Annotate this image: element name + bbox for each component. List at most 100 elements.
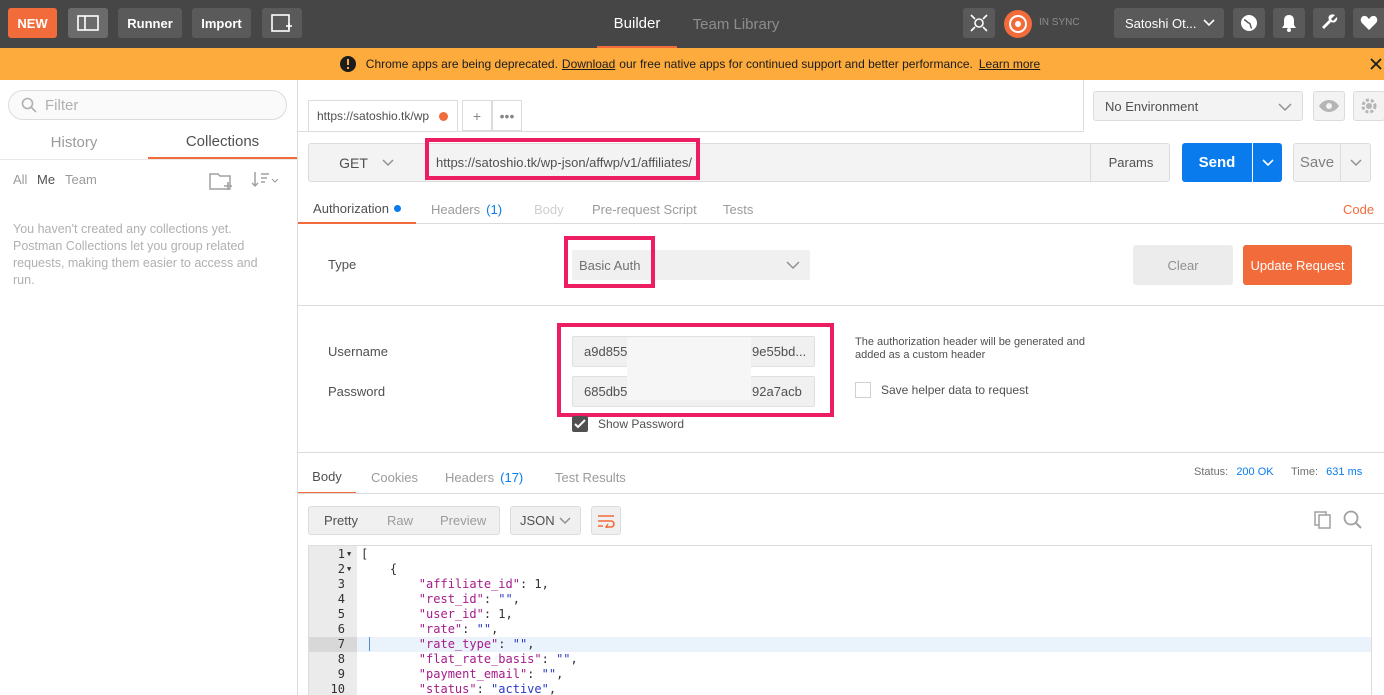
new-button[interactable]: NEW	[8, 8, 57, 38]
code-text: "affiliate_id": 1,	[418, 577, 549, 591]
globe-button[interactable]	[1233, 8, 1265, 38]
save-helper-label: Save helper data to request	[881, 383, 1029, 397]
code-text: "user_id": 1,	[418, 607, 513, 621]
tab-test-results[interactable]: Test Results	[555, 461, 626, 494]
user-menu-button[interactable]: Satoshi Ot...	[1114, 8, 1224, 38]
interceptor-button[interactable]	[963, 8, 995, 38]
sidebar-icon	[77, 15, 99, 31]
tab-tests[interactable]: Tests	[723, 194, 753, 224]
tab-body[interactable]: Body	[534, 194, 564, 224]
line-number: 9	[337, 667, 345, 681]
text-cursor	[369, 637, 370, 651]
code-text: [	[361, 547, 369, 561]
globe-icon	[1241, 15, 1257, 31]
json-value: ""	[541, 667, 557, 681]
save-button[interactable]: Save	[1293, 143, 1341, 182]
filter-me[interactable]: Me	[37, 172, 55, 187]
search-icon[interactable]	[1343, 510, 1363, 530]
tab-history[interactable]: History	[0, 126, 148, 159]
url-highlight-box	[425, 138, 700, 180]
filter-team[interactable]: Team	[65, 172, 97, 187]
save-helper-checkbox[interactable]	[855, 382, 871, 398]
sort-icon[interactable]	[250, 170, 280, 190]
filter-all[interactable]: All	[13, 172, 27, 187]
new-window-button[interactable]	[262, 8, 302, 38]
tab-prerequest-script[interactable]: Pre-request Script	[592, 194, 697, 224]
code-line: 6 "rate": "",	[309, 622, 1371, 637]
code-text: "rate_type": "",	[418, 637, 535, 651]
tab-headers[interactable]: Headers (1)	[431, 194, 502, 224]
filter-input[interactable]: Filter	[8, 90, 287, 120]
tab-response-body[interactable]: Body	[298, 461, 356, 494]
chevron-down-icon	[1278, 103, 1292, 112]
eye-icon	[1319, 100, 1339, 112]
code-text: {	[361, 562, 398, 576]
close-icon[interactable]	[1370, 58, 1382, 70]
code-line: 7 "rate_type": "",	[309, 637, 1371, 652]
tab-authorization[interactable]: Authorization	[298, 194, 416, 224]
status-value: 200 OK	[1236, 466, 1274, 478]
runner-button[interactable]: Runner	[118, 8, 182, 38]
type-label: Type	[328, 257, 357, 272]
add-tab-button[interactable]: +	[462, 100, 492, 131]
active-dot-icon	[393, 204, 401, 212]
clear-button[interactable]: Clear	[1133, 245, 1233, 285]
line-number: 7	[309, 637, 357, 652]
wrap-icon	[598, 514, 615, 528]
method-select[interactable]: GET	[308, 143, 426, 182]
response-body-editor[interactable]: 1 ▼[2 ▼ {3 "affiliate_id": 1, 4 "rest_id": …	[308, 545, 1372, 695]
json-value: ""	[556, 652, 571, 666]
send-options-button[interactable]	[1253, 143, 1282, 182]
tab-team-library[interactable]: Team Library	[686, 0, 786, 48]
username-label: Username	[328, 344, 388, 359]
empty-collections-message: You haven't created any collections yet.…	[13, 222, 258, 287]
save-options-button[interactable]	[1341, 143, 1371, 182]
download-link[interactable]: Download	[562, 57, 615, 71]
code-link[interactable]: Code	[1343, 194, 1374, 224]
format-select[interactable]: JSON	[510, 506, 581, 535]
more-icon: •••	[499, 107, 515, 124]
environment-label: No Environment	[1105, 98, 1199, 114]
environment-select[interactable]: No Environment	[1093, 91, 1303, 121]
line-number: 8	[337, 652, 345, 666]
sync-status-label: IN SYNC	[1039, 17, 1080, 28]
code-line: 3 "affiliate_id": 1,	[309, 577, 1371, 592]
tab-cookies[interactable]: Cookies	[371, 461, 418, 494]
chevron-down-icon	[786, 261, 800, 270]
line-number: 4	[337, 592, 345, 606]
divider	[0, 159, 297, 160]
code-line: 1 ▼ [	[309, 547, 1371, 562]
send-button[interactable]: Send	[1182, 143, 1252, 182]
auth-type-highlight-box	[564, 236, 655, 288]
tab-builder[interactable]: Builder	[597, 0, 677, 48]
chevron-down-icon	[1203, 19, 1215, 27]
fold-arrow-icon[interactable]: ▼	[347, 562, 351, 577]
view-preview-button[interactable]: Preview	[440, 513, 486, 528]
view-raw-button[interactable]: Raw	[387, 513, 413, 528]
favorite-button[interactable]	[1353, 8, 1384, 38]
view-pretty-button[interactable]: Pretty	[324, 513, 358, 528]
toggle-sidebar-button[interactable]	[68, 8, 108, 38]
learn-more-link[interactable]: Learn more	[979, 57, 1040, 71]
bell-icon	[1282, 15, 1296, 32]
new-window-icon	[271, 14, 292, 32]
new-collection-icon[interactable]	[208, 170, 236, 192]
manage-environments-button[interactable]	[1353, 91, 1384, 121]
sync-status-icon[interactable]	[1004, 10, 1032, 38]
json-key: "payment_email"	[418, 667, 528, 681]
request-tab[interactable]: https://satoshio.tk/wp	[308, 100, 458, 131]
show-password-checkbox[interactable]	[572, 416, 588, 432]
import-button[interactable]: Import	[192, 8, 251, 38]
environment-quicklook-button[interactable]	[1313, 91, 1345, 121]
params-button[interactable]: Params	[1090, 143, 1171, 182]
tab-collections[interactable]: Collections	[148, 126, 297, 159]
fold-arrow-icon[interactable]: ▼	[347, 547, 351, 562]
notifications-button[interactable]	[1273, 8, 1305, 38]
tab-response-headers[interactable]: Headers (17)	[445, 461, 523, 494]
tab-options-button[interactable]: •••	[492, 100, 522, 131]
settings-button[interactable]	[1313, 8, 1345, 38]
show-password-label: Show Password	[598, 417, 685, 431]
wrap-lines-button[interactable]	[591, 506, 621, 535]
copy-icon[interactable]	[1313, 510, 1333, 530]
update-request-button[interactable]: Update Request	[1243, 245, 1352, 285]
